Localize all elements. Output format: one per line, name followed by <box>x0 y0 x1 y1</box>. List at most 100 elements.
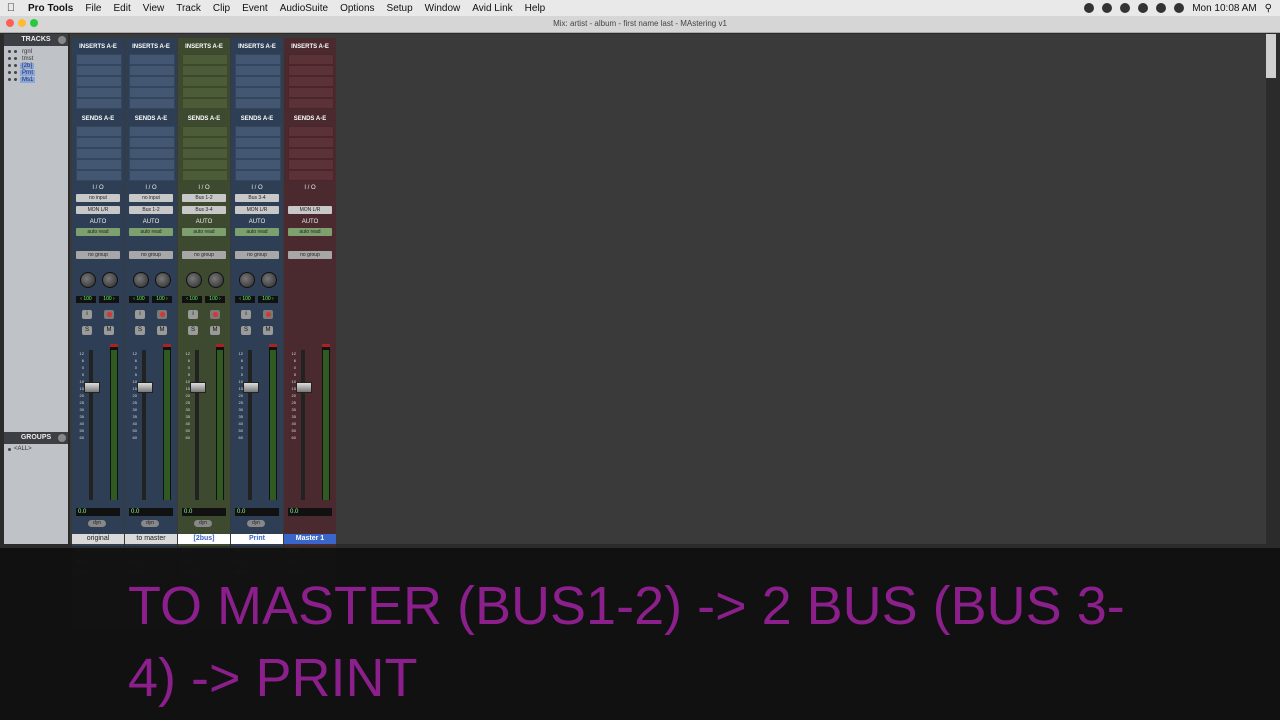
menu-file[interactable]: File <box>79 3 107 14</box>
output-selector[interactable]: Bus 1-2 <box>129 206 173 214</box>
input-monitor-button[interactable]: i <box>241 310 251 319</box>
output-selector[interactable]: MON L/R <box>288 206 332 214</box>
fader-track[interactable] <box>248 350 252 500</box>
send-slot[interactable] <box>288 137 334 148</box>
menu-audiosuite[interactable]: AudioSuite <box>274 3 334 14</box>
input-monitor-button[interactable]: i <box>82 310 92 319</box>
insert-slot[interactable] <box>235 98 281 109</box>
insert-slot[interactable] <box>235 65 281 76</box>
group-selector[interactable]: no group <box>288 251 332 259</box>
insert-slot[interactable] <box>235 76 281 87</box>
insert-slot[interactable] <box>288 87 334 98</box>
insert-slot[interactable] <box>288 76 334 87</box>
send-slot[interactable] <box>235 148 281 159</box>
insert-slot[interactable] <box>129 54 175 65</box>
menu-window[interactable]: Window <box>419 3 467 14</box>
cloud-icon[interactable] <box>1156 3 1167 13</box>
menu-app-name[interactable]: Pro Tools <box>22 3 79 14</box>
pan-left-knob[interactable] <box>133 272 149 288</box>
send-slot[interactable] <box>182 126 228 137</box>
groups-panel-menu-icon[interactable] <box>58 434 66 442</box>
send-slot[interactable] <box>182 159 228 170</box>
menu-track[interactable]: Track <box>170 3 207 14</box>
mute-button[interactable]: M <box>263 326 273 335</box>
track-name-button[interactable]: [2bus] <box>178 534 230 544</box>
send-slot[interactable] <box>182 148 228 159</box>
input-monitor-button[interactable]: i <box>135 310 145 319</box>
track-list-item[interactable]: Prnt <box>8 69 64 76</box>
pan-right-knob[interactable] <box>102 272 118 288</box>
input-monitor-button[interactable]: i <box>188 310 198 319</box>
dyn-button[interactable]: dyn <box>247 520 265 527</box>
pan-right-knob[interactable] <box>155 272 171 288</box>
track-list-item[interactable]: rgnl <box>8 48 64 55</box>
insert-slot[interactable] <box>76 98 122 109</box>
volume-fader[interactable] <box>190 382 206 393</box>
automation-mode-selector[interactable]: auto read <box>76 228 120 236</box>
pan-left-knob[interactable] <box>186 272 202 288</box>
menu-event[interactable]: Event <box>236 3 274 14</box>
insert-slot[interactable] <box>76 65 122 76</box>
pan-right-value[interactable]: 100 › <box>99 296 119 303</box>
close-window-icon[interactable] <box>6 19 14 27</box>
send-slot[interactable] <box>129 137 175 148</box>
pan-left-value[interactable]: ‹ 100 <box>235 296 255 303</box>
menu-clip[interactable]: Clip <box>207 3 236 14</box>
output-selector[interactable]: Bus 3-4 <box>182 206 226 214</box>
menu-avid-link[interactable]: Avid Link <box>466 3 518 14</box>
send-slot[interactable] <box>235 159 281 170</box>
menu-setup[interactable]: Setup <box>381 3 419 14</box>
solo-button[interactable]: S <box>82 326 92 335</box>
menu-help[interactable]: Help <box>519 3 552 14</box>
pan-left-value[interactable]: ‹ 100 <box>76 296 96 303</box>
dyn-button[interactable]: dyn <box>141 520 159 527</box>
input-selector[interactable]: Bus 1-2 <box>182 194 226 202</box>
send-slot[interactable] <box>288 126 334 137</box>
group-selector[interactable]: no group <box>129 251 173 259</box>
group-selector[interactable]: no group <box>235 251 279 259</box>
show-hide-icon[interactable] <box>8 78 11 81</box>
send-slot[interactable] <box>76 159 122 170</box>
insert-slot[interactable] <box>288 54 334 65</box>
insert-slot[interactable] <box>182 98 228 109</box>
insert-slot[interactable] <box>129 87 175 98</box>
vertical-scrollbar[interactable] <box>1266 34 1276 78</box>
tracks-panel-menu-icon[interactable] <box>58 36 66 44</box>
zoom-window-icon[interactable] <box>30 19 38 27</box>
insert-slot[interactable] <box>235 87 281 98</box>
volume-value[interactable]: 0.0 <box>235 508 279 516</box>
pan-right-knob[interactable] <box>261 272 277 288</box>
volume-fader[interactable] <box>137 382 153 393</box>
dropbox-icon[interactable] <box>1138 3 1149 13</box>
send-slot[interactable] <box>235 126 281 137</box>
insert-slot[interactable] <box>76 76 122 87</box>
insert-slot[interactable] <box>76 54 122 65</box>
record-icon[interactable] <box>1084 3 1095 13</box>
record-arm-button[interactable] <box>157 310 167 319</box>
volume-value[interactable]: 0.0 <box>182 508 226 516</box>
solo-button[interactable]: S <box>188 326 198 335</box>
output-selector[interactable]: MON L/R <box>235 206 279 214</box>
group-enable-icon[interactable] <box>8 447 11 451</box>
insert-slot[interactable] <box>182 54 228 65</box>
group-selector[interactable]: no group <box>76 251 120 259</box>
solo-button[interactable]: S <box>135 326 145 335</box>
input-selector[interactable]: Bus 3-4 <box>235 194 279 202</box>
groups-panel-header[interactable]: GROUPS <box>4 432 68 444</box>
menu-edit[interactable]: Edit <box>108 3 137 14</box>
insert-slot[interactable] <box>235 54 281 65</box>
send-slot[interactable] <box>76 126 122 137</box>
insert-slot[interactable] <box>129 76 175 87</box>
track-name-button[interactable]: Master 1 <box>284 534 336 544</box>
send-slot[interactable] <box>129 170 175 181</box>
fader-track[interactable] <box>142 350 146 500</box>
fader-track[interactable] <box>301 350 305 500</box>
record-arm-button[interactable] <box>210 310 220 319</box>
send-slot[interactable] <box>288 148 334 159</box>
automation-mode-selector[interactable]: auto read <box>288 228 332 236</box>
insert-slot[interactable] <box>129 65 175 76</box>
output-selector[interactable]: MON L/R <box>76 206 120 214</box>
group-all-row[interactable]: <ALL> <box>4 444 68 454</box>
track-list-item[interactable]: tmst <box>8 55 64 62</box>
automation-mode-selector[interactable]: auto read <box>129 228 173 236</box>
